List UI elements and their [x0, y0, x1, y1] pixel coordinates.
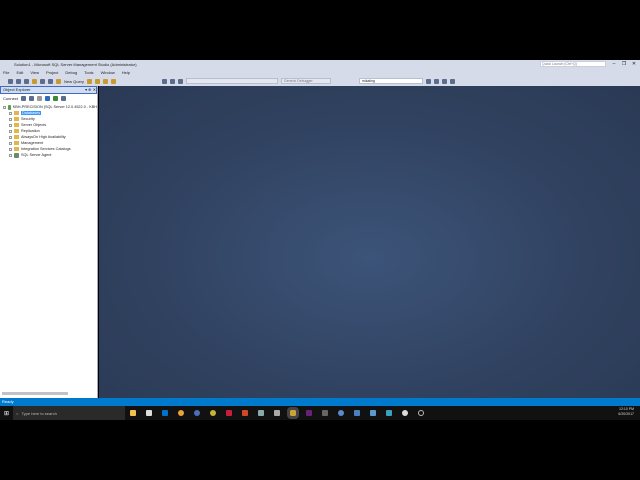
menu-help[interactable]: Help — [122, 70, 130, 75]
folder-icon — [14, 117, 19, 121]
forward-icon[interactable] — [16, 78, 21, 84]
filter-icon[interactable] — [44, 95, 50, 101]
clock-date: 6/20/2017 — [618, 412, 634, 416]
menu-project[interactable]: Project — [46, 70, 58, 75]
powerpoint-icon[interactable] — [242, 410, 249, 416]
open-icon[interactable] — [32, 78, 37, 84]
ssms-icon[interactable] — [287, 407, 300, 419]
refresh-icon[interactable] — [52, 95, 58, 101]
activity-monitor-icon[interactable] — [60, 95, 66, 101]
query-dax-icon[interactable] — [111, 78, 117, 84]
visual-studio-icon[interactable] — [306, 410, 313, 416]
horizontal-scrollbar[interactable] — [2, 392, 68, 395]
node-label: Management — [21, 141, 44, 145]
menu-debug[interactable]: Debug — [65, 70, 77, 75]
app-icon[interactable] — [194, 410, 201, 416]
stop-icon[interactable] — [36, 95, 42, 101]
node-label: Replication — [21, 129, 40, 133]
disconnect-icon[interactable] — [28, 95, 34, 101]
server-label: KBH-PRECISION (SQL Server 12.0.4522.0 - … — [12, 105, 97, 109]
start-icon[interactable]: ⊞ — [4, 410, 9, 417]
file-explorer-icon[interactable] — [130, 410, 137, 416]
query-dmx-icon[interactable] — [95, 78, 101, 84]
object-explorer-header: Object Explorer ▾ ⊕ ✕ — [0, 86, 97, 94]
app-icon[interactable] — [226, 410, 233, 416]
node-label: AlwaysOn High Availability — [21, 135, 66, 139]
back-icon[interactable] — [8, 78, 13, 84]
object-explorer-title: Object Explorer — [3, 87, 31, 92]
agent-icon — [14, 152, 19, 158]
search-placeholder: Type here to search — [21, 410, 57, 416]
redo-icon[interactable] — [170, 78, 176, 84]
folder-icon — [14, 129, 19, 133]
app-icon[interactable] — [322, 410, 329, 416]
folder-icon — [14, 111, 19, 115]
node-label: Server Objects — [21, 123, 47, 127]
close-button[interactable]: ✕ — [629, 60, 639, 68]
taskbar: ⊞ ○ Type here to search 12:10 PM 6/20/20… — [0, 406, 640, 420]
debugger-combo[interactable]: Generic Debugger — [281, 78, 332, 84]
query-xmla-icon[interactable] — [103, 78, 109, 84]
panel-pin-close-icons[interactable]: ▾ ⊕ ✕ — [85, 87, 96, 93]
configuration-combo[interactable] — [186, 78, 279, 84]
undo-icon[interactable] — [162, 78, 168, 84]
chrome-icon[interactable] — [178, 410, 185, 416]
app-icon[interactable] — [354, 410, 361, 416]
database-combo[interactable]: mikaling — [359, 78, 424, 84]
menu-edit[interactable]: Edit — [16, 70, 23, 75]
connect-button[interactable]: Connect — [3, 96, 18, 101]
object-tree: KBH-PRECISION (SQL Server 12.0.4522.0 - … — [0, 104, 97, 158]
app-icon[interactable] — [258, 410, 265, 416]
new-query-icon[interactable] — [56, 78, 61, 84]
tools-icon[interactable] — [434, 78, 440, 84]
clock-app-icon[interactable] — [418, 410, 425, 416]
folder-icon — [14, 123, 19, 127]
node-label: Integration Services Catalogs — [21, 147, 71, 151]
new-query-button[interactable]: New Query — [64, 79, 84, 84]
toolbar: New Query Generic Debugger mikaling — [0, 76, 640, 86]
menu-bar: File Edit View Project Debug Tools Windo… — [0, 68, 640, 76]
app-icon[interactable] — [274, 410, 281, 416]
connect-icon[interactable] — [20, 95, 26, 101]
restore-button[interactable]: ❐ — [619, 60, 629, 68]
menu-tools[interactable]: Tools — [84, 70, 93, 75]
new-project-icon[interactable] — [24, 78, 29, 84]
node-label: Security — [21, 117, 35, 121]
menu-file[interactable]: File — [3, 70, 9, 75]
activity-icon[interactable] — [178, 78, 184, 84]
window-title: Solution1 - Microsoft SQL Server Managem… — [14, 61, 137, 67]
minimize-button[interactable]: – — [609, 60, 619, 68]
app-icon[interactable] — [338, 410, 345, 416]
document-area — [99, 86, 640, 398]
object-explorer-panel: Object Explorer ▾ ⊕ ✕ Connect KBH-PRECIS… — [0, 86, 98, 398]
status-bar: Ready — [0, 398, 640, 406]
save-icon[interactable] — [40, 78, 45, 84]
folder-icon — [14, 141, 19, 145]
layout-icon[interactable] — [450, 78, 456, 84]
system-tray[interactable]: 12:10 PM 6/20/2017 — [618, 407, 634, 417]
app-icon[interactable] — [210, 410, 217, 416]
folder-icon — [14, 135, 19, 139]
server-icon — [7, 104, 11, 110]
print-icon[interactable] — [442, 78, 448, 84]
save-all-icon[interactable] — [48, 78, 53, 84]
node-label: Databases — [21, 111, 42, 115]
node-label: SQL Server Agent — [21, 153, 52, 157]
app-icon[interactable] — [386, 410, 393, 416]
app-icon[interactable] — [370, 410, 377, 416]
menu-view[interactable]: View — [30, 70, 39, 75]
taskbar-search[interactable]: ○ Type here to search — [13, 406, 126, 420]
properties-icon[interactable] — [426, 78, 432, 84]
cortana-icon: ○ — [16, 410, 19, 416]
app-icon[interactable] — [402, 410, 409, 416]
quick-launch-input[interactable]: Quick Launch (Ctrl+Q) — [540, 61, 606, 67]
outlook-icon[interactable] — [162, 410, 169, 416]
folder-icon — [14, 147, 19, 151]
tree-node-sql-agent[interactable]: SQL Server Agent — [9, 152, 97, 158]
object-explorer-toolbar: Connect — [0, 94, 97, 102]
store-icon[interactable] — [146, 410, 153, 416]
query-mdx-icon[interactable] — [87, 78, 93, 84]
menu-window[interactable]: Window — [101, 70, 115, 75]
